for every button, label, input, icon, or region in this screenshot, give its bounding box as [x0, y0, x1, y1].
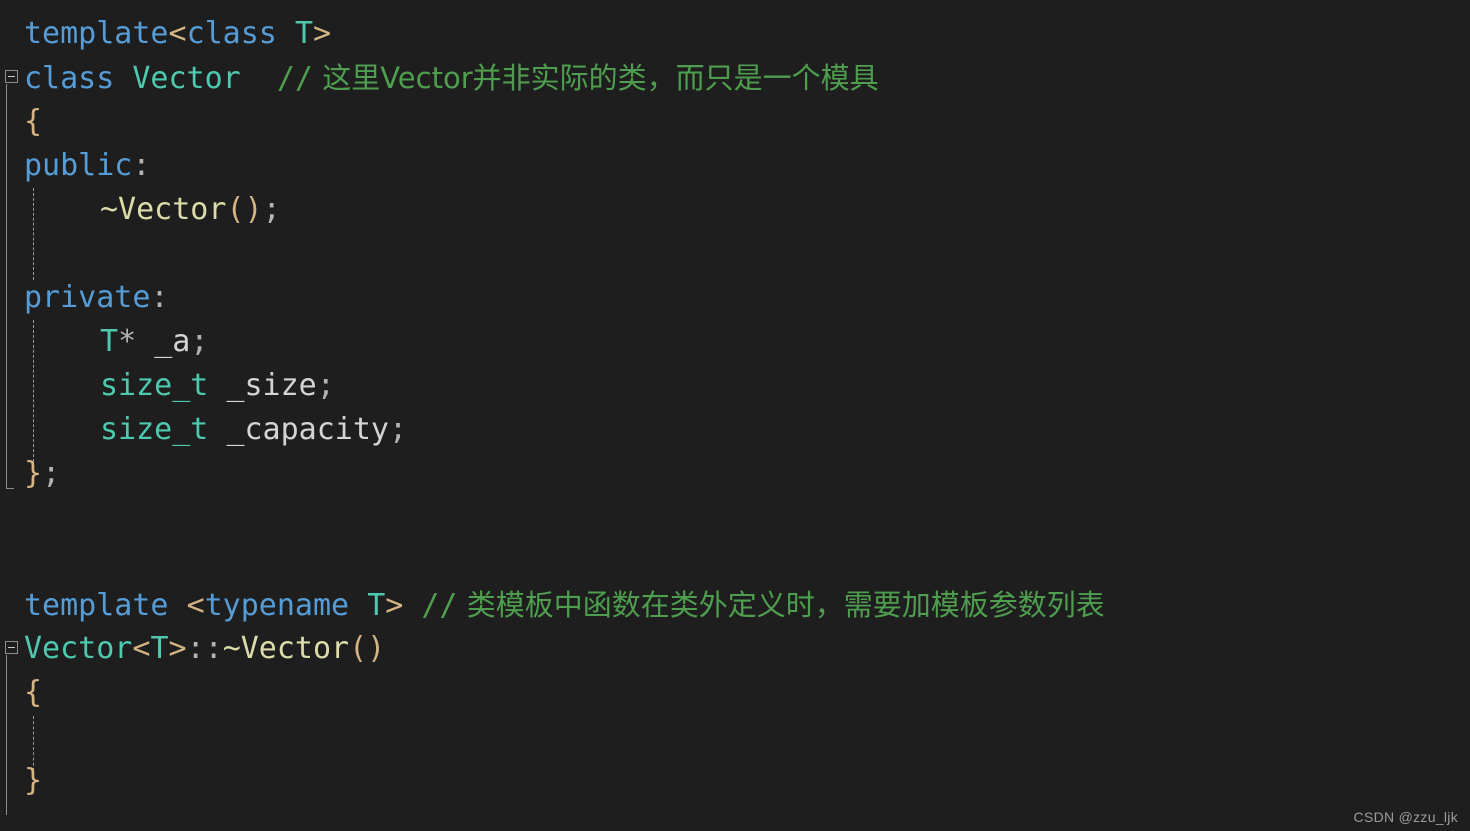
- token-brace-close-dtor: }: [24, 763, 43, 798]
- code-line-10: size_t _capacity;: [100, 408, 407, 452]
- token-star-pointer: *: [118, 324, 137, 359]
- token-semicolon-decl: ;: [262, 192, 281, 227]
- token-comment-text-2: 类模板中函数在类外定义时，需要加模板参数列表: [466, 588, 1105, 622]
- token-semicolon-size: ;: [316, 368, 335, 403]
- token-angle-close: >: [313, 16, 332, 51]
- fold-gutter: [0, 0, 22, 831]
- token-space-7: [169, 588, 187, 623]
- code-line-7: private:: [24, 276, 169, 320]
- token-brace-open-class: {: [24, 104, 43, 139]
- code-line-15: Vector<T>::~Vector(): [24, 627, 385, 671]
- token-angle-open: <: [168, 16, 187, 51]
- token-angle-close-2: >: [385, 588, 404, 623]
- code-line-11: };: [24, 452, 60, 496]
- token-keyword-private: private: [24, 280, 151, 315]
- code-line-9: size_t _size;: [100, 364, 335, 408]
- token-variable-capacity: _capacity: [226, 412, 389, 447]
- token-semicolon-a: ;: [190, 324, 209, 359]
- code-line-16: {: [24, 671, 42, 715]
- token-keyword-template: template: [24, 16, 169, 51]
- code-line-4: public:: [24, 144, 150, 188]
- csdn-watermark: CSDN @zzu_ljk: [1353, 809, 1458, 825]
- token-semicolon-class: ;: [42, 456, 61, 491]
- token-comment-slashes-1: //: [276, 61, 313, 96]
- token-comment-text-1: 这里Vector并非实际的类，而只是一个模具: [322, 61, 879, 95]
- code-line-5: ~Vector();: [100, 188, 281, 232]
- token-function-destructor-decl: ~Vector: [100, 192, 227, 227]
- token-angle-close-3: >: [168, 631, 187, 666]
- token-brace-open-dtor: {: [24, 675, 43, 710]
- fold-toggle-class-vector[interactable]: [5, 70, 18, 83]
- code-line-2: class Vector // 这里Vector并非实际的类，而只是一个模具: [24, 56, 879, 100]
- token-space-9: [403, 588, 421, 623]
- code-editor-canvas: template<class T> class Vector // 这里Vect…: [0, 0, 1470, 831]
- token-colon-private: :: [150, 280, 169, 315]
- token-type-T-3: T: [150, 631, 169, 666]
- token-keyword-class: class: [186, 16, 277, 51]
- token-type-size-t-2: size_t: [100, 412, 209, 447]
- token-keyword-class-decl: class: [24, 61, 115, 96]
- token-type-T: T: [294, 16, 313, 51]
- token-brace-close-class: }: [24, 456, 43, 491]
- fold-bracket-line-dtor: [6, 655, 7, 815]
- token-type-size-t-1: size_t: [100, 368, 209, 403]
- token-keyword-public: public: [24, 148, 133, 183]
- token-type-vector-def: Vector: [24, 631, 133, 666]
- token-space-3: [241, 61, 277, 96]
- token-space-5: [208, 368, 226, 403]
- token-type-T-member: T: [100, 324, 119, 359]
- token-colon-public: :: [132, 148, 151, 183]
- code-line-18: }: [24, 759, 42, 803]
- token-space-2: [114, 61, 132, 96]
- token-type-vector: Vector: [132, 61, 241, 96]
- token-keyword-typename: typename: [204, 588, 350, 623]
- token-comment-space-1: [313, 61, 322, 95]
- fold-toggle-dtor-definition[interactable]: [5, 641, 18, 654]
- token-variable-a: _a: [154, 324, 191, 359]
- token-variable-size: _size: [226, 368, 317, 403]
- fold-bracket-line-class: [6, 84, 7, 488]
- token-comment-space-2: [458, 588, 467, 622]
- token-space-8: [349, 588, 367, 623]
- indent-guide-public: [33, 188, 34, 280]
- token-angle-open-2: <: [186, 588, 205, 623]
- token-space-6: [208, 412, 226, 447]
- indent-guide-private: [33, 320, 34, 462]
- code-line-8: T* _a;: [100, 320, 208, 364]
- token-space-4: [136, 324, 154, 359]
- token-parens-def: (): [349, 631, 386, 666]
- token-scope-resolution: ::: [186, 631, 223, 666]
- token-keyword-template-2: template: [24, 588, 169, 623]
- token-function-destructor-def: ~Vector: [222, 631, 350, 666]
- token-semicolon-capacity: ;: [389, 412, 408, 447]
- code-line-1: template<class T>: [24, 12, 331, 56]
- token-space-1: [277, 16, 295, 51]
- token-comment-slashes-2: //: [421, 588, 458, 623]
- fold-bracket-foot-class: [6, 488, 14, 489]
- token-parens-decl: (): [226, 192, 263, 227]
- token-type-T-2: T: [367, 588, 386, 623]
- token-angle-open-3: <: [132, 631, 151, 666]
- code-line-3: {: [24, 100, 42, 144]
- code-line-14: template <typename T> // 类模板中函数在类外定义时，需要…: [24, 583, 1105, 627]
